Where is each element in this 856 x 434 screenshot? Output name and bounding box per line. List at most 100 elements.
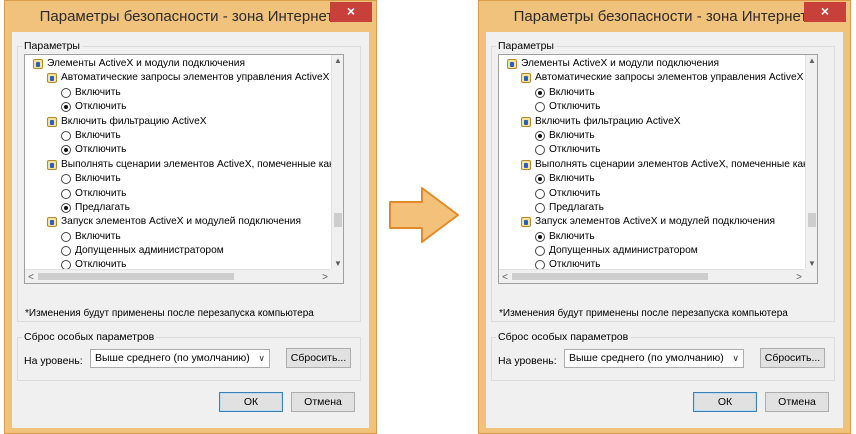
level-dropdown-value: Выше среднего (по умолчанию) <box>569 352 724 364</box>
scroll-left-icon[interactable]: < <box>25 272 37 283</box>
horizontal-scroll-thumb[interactable] <box>38 273 234 280</box>
setting-icon <box>47 73 57 84</box>
setting-label: Запуск элементов ActiveX и модулей подкл… <box>535 216 775 228</box>
setting-row: Запуск элементов ActiveX и модулей подкл… <box>499 215 805 229</box>
setting-label: Выполнять сценарии элементов ActiveX, по… <box>61 158 331 170</box>
radio-button[interactable] <box>535 202 545 213</box>
settings-list[interactable]: Элементы ActiveX и модули подключения Авт… <box>24 54 344 284</box>
reset-group-label: Сброс особых параметров <box>22 331 157 343</box>
level-label: На уровень: <box>24 355 83 367</box>
radio-button[interactable] <box>535 145 545 156</box>
radio-button[interactable] <box>535 87 545 98</box>
option-row[interactable]: Включить <box>25 230 331 244</box>
security-settings-dialog-before: Параметры безопасности - зона Интернета … <box>4 0 377 434</box>
vertical-scroll-thumb[interactable] <box>808 213 816 227</box>
option-row[interactable]: Предлагать <box>499 201 805 215</box>
level-dropdown[interactable]: Выше среднего (по умолчанию) ∨ <box>564 349 744 368</box>
vertical-scrollbar[interactable]: ▲ ▼ <box>331 55 343 269</box>
option-label: Предлагать <box>75 201 130 213</box>
setting-label: Автоматические запросы элементов управле… <box>535 72 804 84</box>
ok-button[interactable]: ОК <box>693 392 757 412</box>
restart-note: *Изменения будут применены после перезап… <box>25 308 314 319</box>
setting-row: Включить фильтрацию ActiveX <box>25 115 331 129</box>
setting-label: Запуск элементов ActiveX и модулей подкл… <box>61 216 301 228</box>
radio-button[interactable] <box>61 202 71 213</box>
scroll-up-icon[interactable]: ▲ <box>806 56 817 65</box>
option-row[interactable]: Включить <box>25 86 331 100</box>
radio-button[interactable] <box>61 188 71 199</box>
setting-label: Выполнять сценарии элементов ActiveX, по… <box>535 158 805 170</box>
option-label: Включить <box>75 86 121 98</box>
setting-label: Включить фильтрацию ActiveX <box>61 115 207 127</box>
security-settings-dialog-after: Параметры безопасности - зона Интернета … <box>478 0 851 434</box>
restart-note: *Изменения будут применены после перезап… <box>499 308 788 319</box>
option-row[interactable]: Включить <box>499 86 805 100</box>
category-row: Элементы ActiveX и модули подключения <box>499 57 805 71</box>
option-label: Отключить <box>549 187 601 199</box>
radio-button[interactable] <box>535 174 545 185</box>
setting-icon <box>47 116 57 127</box>
reset-button[interactable]: Сбросить... <box>286 348 351 368</box>
option-row[interactable]: Допущенных администратором <box>25 244 331 258</box>
option-row[interactable]: Включить <box>499 172 805 186</box>
scroll-down-icon[interactable]: ▼ <box>806 259 817 268</box>
setting-label: Автоматические запросы элементов управле… <box>61 72 330 84</box>
settings-rows: Элементы ActiveX и модули подключения Авт… <box>499 57 805 283</box>
settings-list[interactable]: Элементы ActiveX и модули подключения Авт… <box>498 54 818 284</box>
option-label: Отключить <box>75 187 127 199</box>
horizontal-scroll-thumb[interactable] <box>512 273 708 280</box>
radio-button[interactable] <box>535 130 545 141</box>
radio-button[interactable] <box>535 231 545 242</box>
setting-icon <box>521 159 531 170</box>
option-label: Включить <box>75 129 121 141</box>
cancel-button[interactable]: Отмена <box>765 392 829 412</box>
scroll-up-icon[interactable]: ▲ <box>332 56 343 65</box>
ok-button[interactable]: ОК <box>219 392 283 412</box>
radio-button[interactable] <box>61 145 71 156</box>
radio-button[interactable] <box>535 188 545 199</box>
cancel-button[interactable]: Отмена <box>291 392 355 412</box>
scroll-left-icon[interactable]: < <box>499 272 511 283</box>
option-row[interactable]: Отключить <box>25 143 331 157</box>
option-row[interactable]: Отключить <box>499 100 805 114</box>
option-row[interactable]: Отключить <box>25 100 331 114</box>
vertical-scroll-thumb[interactable] <box>334 213 342 227</box>
level-dropdown[interactable]: Выше среднего (по умолчанию) ∨ <box>90 349 270 368</box>
settings-rows: Элементы ActiveX и модули подключения Авт… <box>25 57 331 283</box>
horizontal-scrollbar[interactable]: < > <box>25 269 331 283</box>
radio-button[interactable] <box>61 231 71 242</box>
radio-button[interactable] <box>61 130 71 141</box>
radio-button[interactable] <box>535 102 545 113</box>
vertical-scrollbar[interactable]: ▲ ▼ <box>805 55 817 269</box>
close-button[interactable]: × <box>804 2 846 22</box>
horizontal-scrollbar[interactable]: < > <box>499 269 805 283</box>
option-row[interactable]: Включить <box>25 129 331 143</box>
option-row[interactable]: Отключить <box>499 187 805 201</box>
dialog-title: Параметры безопасности - зона Интернета <box>513 8 816 25</box>
radio-button[interactable] <box>61 246 71 257</box>
option-label: Включить <box>549 230 595 242</box>
option-label: Отключить <box>75 144 127 156</box>
option-label: Допущенных администратором <box>75 245 224 257</box>
setting-icon <box>47 159 57 170</box>
radio-button[interactable] <box>61 174 71 185</box>
option-label: Отключить <box>549 144 601 156</box>
setting-icon <box>47 217 57 228</box>
title-bar[interactable]: Параметры безопасности - зона Интернета … <box>479 1 850 31</box>
option-row[interactable]: Отключить <box>499 143 805 157</box>
close-button[interactable]: × <box>330 2 372 22</box>
dialog-client-area: Параметры Элементы ActiveX и модули подк… <box>486 32 843 428</box>
option-row[interactable]: Допущенных администратором <box>499 244 805 258</box>
option-row[interactable]: Предлагать <box>25 201 331 215</box>
option-row[interactable]: Отключить <box>25 187 331 201</box>
scroll-down-icon[interactable]: ▼ <box>332 259 343 268</box>
radio-button[interactable] <box>61 102 71 113</box>
option-row[interactable]: Включить <box>499 230 805 244</box>
radio-button[interactable] <box>61 87 71 98</box>
settings-group-label: Параметры <box>496 40 556 52</box>
radio-button[interactable] <box>535 246 545 257</box>
option-row[interactable]: Включить <box>499 129 805 143</box>
option-row[interactable]: Включить <box>25 172 331 186</box>
reset-button[interactable]: Сбросить... <box>760 348 825 368</box>
title-bar[interactable]: Параметры безопасности - зона Интернета … <box>5 1 376 31</box>
